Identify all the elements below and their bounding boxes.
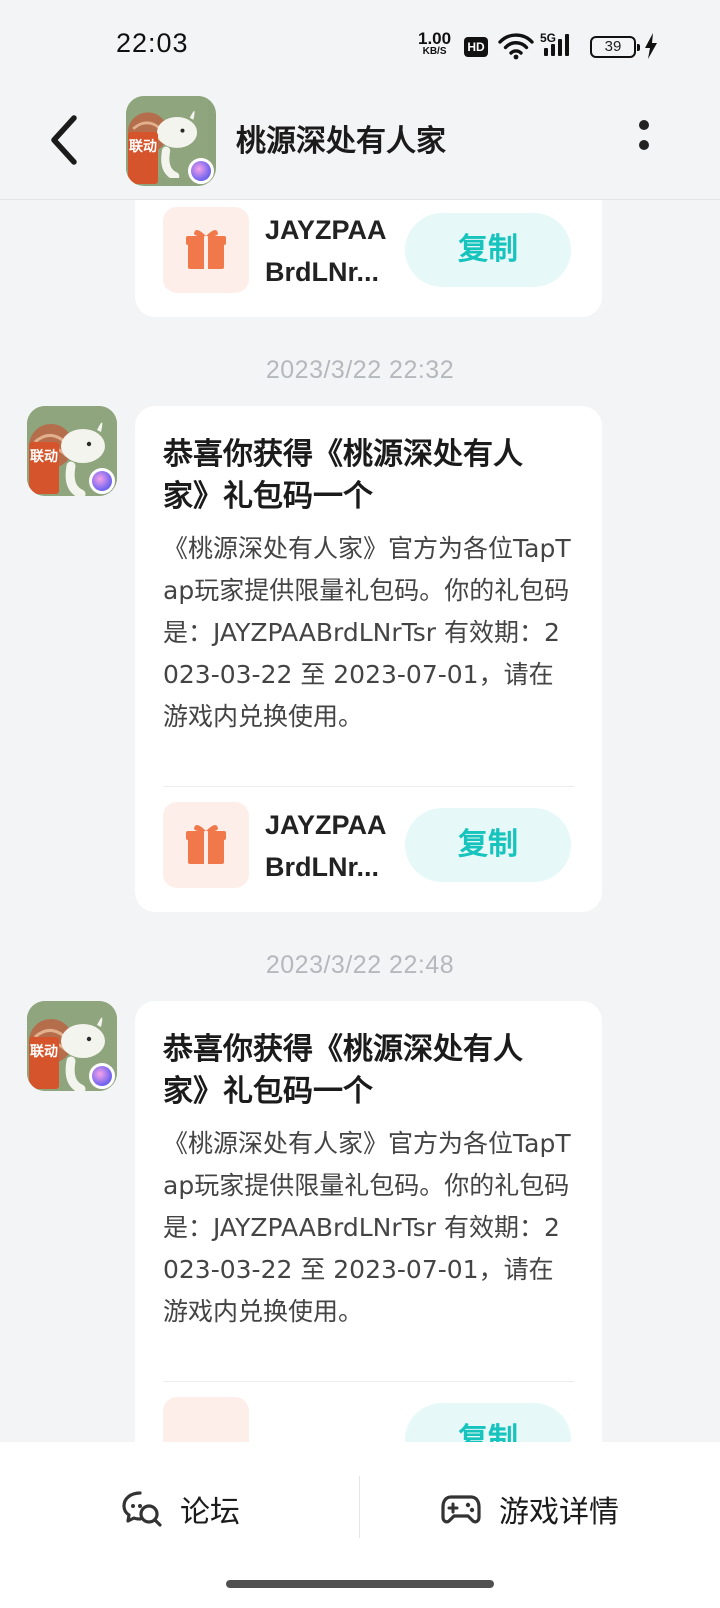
gift-code-line1: JAYZPAA <box>265 810 387 840</box>
gift-code-line2: BrdLNr... <box>265 852 380 882</box>
gift-code: JAYZPAA BrdLNr... <box>265 209 395 293</box>
game-details-button[interactable]: 游戏详情 <box>441 1484 619 1534</box>
charging-icon <box>645 33 657 59</box>
message-card: 恭喜你获得《桃源深处有人家》礼包码一个 《桃源深处有人家》官方为各位TapTap… <box>135 406 602 912</box>
home-indicator[interactable] <box>226 1580 494 1588</box>
game-details-label: 游戏详情 <box>499 1495 619 1530</box>
gift-code: JAYZPAA BrdLNr... <box>265 804 395 888</box>
wifi-icon <box>498 33 534 60</box>
gift-code-line2: BrdLNr... <box>265 257 380 287</box>
verified-badge-icon <box>89 468 115 494</box>
gift-icon <box>163 207 249 293</box>
back-arrow-icon[interactable] <box>44 110 84 170</box>
message-list[interactable]: JAYZPAA BrdLNr... 复制 2023/3/22 22:32 联动 … <box>0 200 720 1442</box>
message-title: 恭喜你获得《桃源深处有人家》礼包码一个 <box>163 437 523 514</box>
copy-button[interactable]: 复制 <box>405 808 571 882</box>
message-timestamp: 2023/3/22 22:32 <box>265 356 455 384</box>
game-avatar[interactable]: 联动 <box>126 96 216 186</box>
sender-avatar[interactable]: 联动 <box>27 1001 117 1091</box>
cellular-signal-icon: 5G <box>540 32 569 56</box>
gift-code-row: JAYZPAA BrdLNr... 复制 <box>163 207 578 293</box>
battery-level: 39 <box>604 38 622 55</box>
bottom-action-bar: 论坛 游戏详情 <box>0 1442 720 1608</box>
collab-tag: 联动 <box>29 442 59 494</box>
message-timestamp: 2023/3/22 22:48 <box>265 951 455 979</box>
more-options-icon[interactable] <box>638 120 650 156</box>
message-card: 恭喜你获得《桃源深处有人家》礼包码一个 《桃源深处有人家》官方为各位TapTap… <box>135 1001 602 1442</box>
message-title: 恭喜你获得《桃源深处有人家》礼包码一个 <box>163 1032 523 1109</box>
network-speed: 1.00 KB/S <box>418 30 451 58</box>
verified-badge-icon <box>89 1063 115 1089</box>
status-time: 22:03 <box>116 28 189 58</box>
divider <box>359 1476 360 1538</box>
divider <box>163 786 574 787</box>
gift-code-row: 复制 <box>163 1397 578 1442</box>
copy-button[interactable]: 复制 <box>405 1403 571 1442</box>
message-body: 《桃源深处有人家》官方为各位TapTap玩家提供限量礼包码。你的礼包码是：JAY… <box>163 1129 571 1326</box>
hd-icon: HD <box>464 37 488 57</box>
gift-icon <box>163 802 249 888</box>
forum-label: 论坛 <box>180 1495 240 1530</box>
gift-icon <box>163 1397 249 1442</box>
page-title: 桃源深处有人家 <box>236 124 446 159</box>
divider <box>163 1381 574 1382</box>
collab-tag: 联动 <box>29 1037 59 1089</box>
verified-badge-icon <box>188 158 214 184</box>
gift-code-row: JAYZPAA BrdLNr... 复制 <box>163 802 578 888</box>
forum-button[interactable]: 论坛 <box>122 1484 240 1534</box>
gamepad-icon <box>441 1495 481 1524</box>
copy-button[interactable]: 复制 <box>405 213 571 287</box>
chat-header: 联动 桃源深处有人家 <box>0 90 720 200</box>
battery-icon: 39 <box>590 36 640 58</box>
message-card: JAYZPAA BrdLNr... 复制 <box>135 200 602 317</box>
status-bar: 22:03 1.00 KB/S HD 5G 39 <box>0 0 720 90</box>
network-speed-unit: KB/S <box>422 46 447 57</box>
forum-chat-icon <box>122 1491 162 1527</box>
message-body: 《桃源深处有人家》官方为各位TapTap玩家提供限量礼包码。你的礼包码是：JAY… <box>163 534 571 731</box>
collab-tag: 联动 <box>128 132 158 184</box>
sender-avatar[interactable]: 联动 <box>27 406 117 496</box>
gift-code-line1: JAYZPAA <box>265 215 387 245</box>
network-type-label: 5G <box>540 32 556 45</box>
